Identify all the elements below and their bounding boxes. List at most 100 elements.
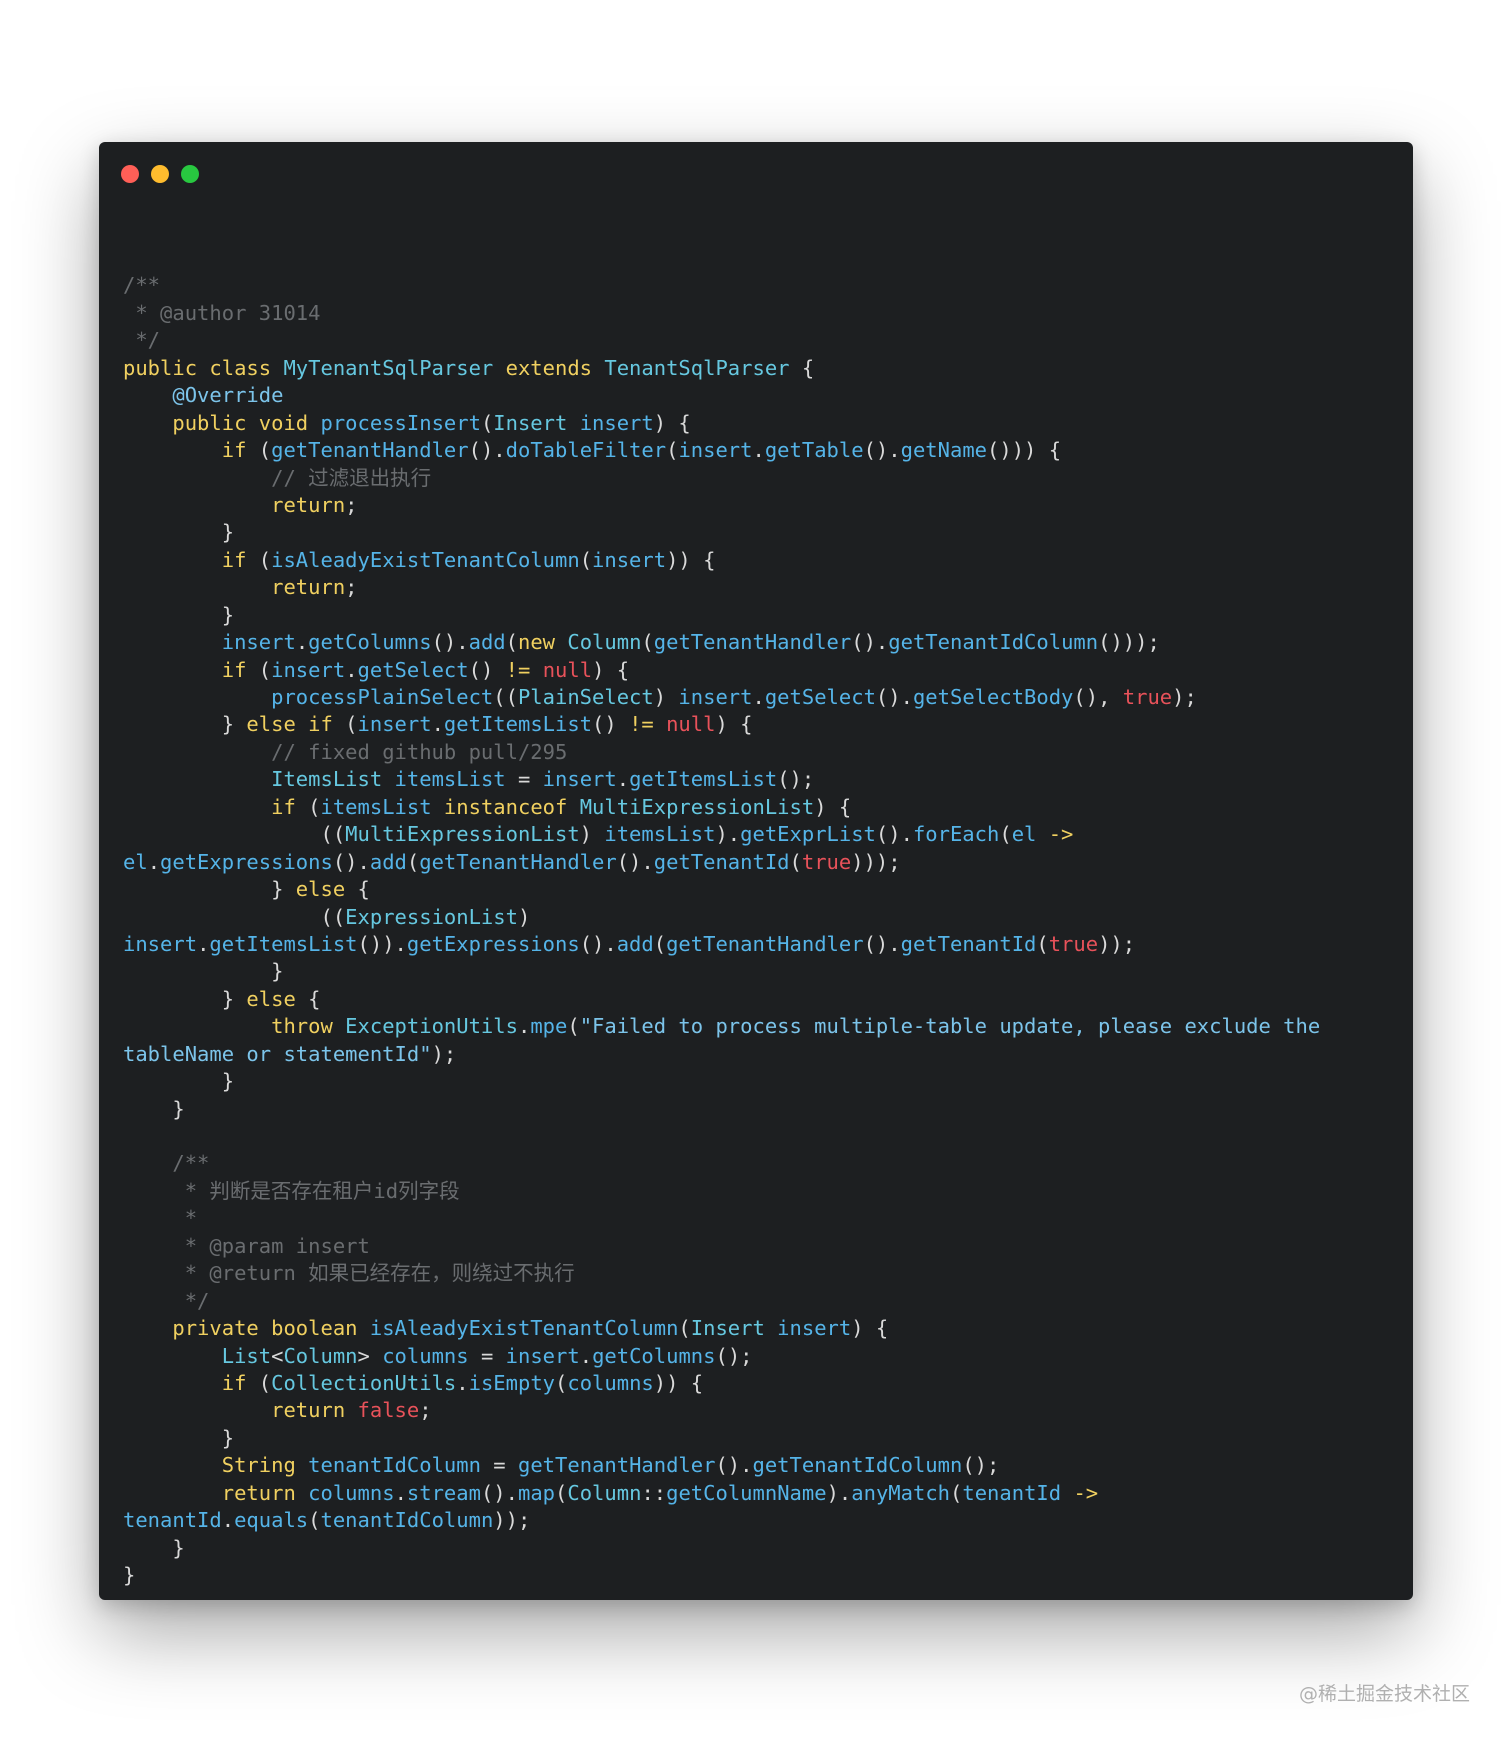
code-line: processPlainSelect((PlainSelect) insert.… [123,684,1320,711]
code-token: processInsert [320,410,481,435]
code-token: ( [332,712,358,737]
code-token: > [357,1343,383,1368]
code-line: * 判断是否存在租户id列字段 [123,1178,1320,1205]
code-token: . [345,657,358,682]
code-line: return; [123,492,1320,519]
code-token: getTenantIdColumn [752,1453,963,1478]
code-token: tenantIdColumn [308,1453,481,1478]
code-token: () [592,712,630,737]
code-token: if [221,657,247,682]
code-token: . [431,712,444,737]
code-token: )) { [653,1370,704,1395]
code-token: columns [567,1370,654,1395]
code-token: )); [493,1508,531,1533]
code-line: } [123,1096,1320,1123]
code-line: insert.getColumns().add(new Column(getTe… [123,629,1320,656]
code-token: isEmpty [468,1370,556,1395]
code-token: . [147,849,161,874]
code-token: return [221,1480,296,1505]
code-token: getItemsList [443,712,593,737]
code-token: doTableFilter [505,438,667,463]
code-token: ( [406,849,420,874]
code-token: (( [123,904,346,929]
code-token: } [123,1563,136,1587]
code-token: false [357,1398,420,1423]
code-line: if (getTenantHandler().doTableFilter(ins… [123,437,1320,464]
code-token: . [197,931,210,956]
code-line: return false; [123,1397,1320,1424]
code-token: insert [505,1343,580,1368]
code-token: itemsList [320,794,432,819]
code-token: { [789,355,815,380]
code-token: ( [246,1370,272,1395]
code-token: < [271,1343,284,1368]
code-token: getItemsList [209,931,358,956]
code-token: insert [678,685,753,709]
code-token: { [345,877,370,902]
code-token: insert [542,767,617,792]
code-line: return columns.stream().map(Column::getC… [123,1480,1320,1507]
code-line: // 过滤退出执行 [123,465,1320,492]
code-line: if (CollectionUtils.isEmpty(columns)) { [123,1370,1320,1397]
code-token: = [468,1343,506,1368]
zoom-button[interactable] [181,165,199,183]
code-token: // 过滤退出执行 [271,465,432,490]
code-token: (). [332,849,370,874]
code-token: (). [579,931,617,956]
code-token: ( [789,849,802,874]
code-token: * @param insert [123,1233,370,1258]
code-token: getSelect [764,685,876,709]
code-token: getName [900,438,988,463]
code-token: * 判断是否存在租户id列字段 [123,1178,460,1203]
code-line: ItemsList itemsList = insert.getItemsLis… [123,766,1320,793]
code-token: getColumns [592,1343,716,1368]
code-line: private boolean isAleadyExistTenantColum… [123,1315,1320,1342]
code-token: } [123,712,247,737]
code-token: () [468,657,506,682]
code-token: instanceof [443,794,568,819]
code-token: . [752,438,765,463]
code-token: el [123,849,148,874]
code-token: -> [1048,822,1074,847]
code-token: (). [480,1480,518,1505]
code-token: MultiExpressionList [579,794,815,819]
code-token: ( [950,1480,963,1505]
code-token: Column [283,1343,358,1368]
code-token: else [295,877,346,902]
code-token: add [616,931,654,956]
code-line: */ [123,327,1320,354]
code-token: */ [123,328,161,353]
code-token: ). [826,1480,852,1505]
code-token: true [801,849,852,874]
code-token: = [505,767,543,792]
code-token: } [123,1535,185,1560]
code-line: List<Column> columns = insert.getColumns… [123,1343,1320,1370]
code-token: (). [851,630,889,655]
code-token: true [1122,685,1173,709]
close-button[interactable] [121,165,139,183]
code-token: ( [555,1370,568,1395]
code-token: insert [271,657,346,682]
code-block: /** * @author 31014 */public class MyTen… [123,245,1320,1589]
window-controls [121,165,199,183]
code-token: ItemsList [271,767,383,792]
code-token: } [123,877,296,902]
code-line: if (itemsList instanceof MultiExpression… [123,794,1320,821]
code-token: . [295,630,309,655]
code-token: ExceptionUtils [345,1014,518,1039]
code-line: if (insert.getSelect() != null) { [123,657,1320,684]
code-token: = [480,1453,518,1478]
code-line: /** [123,1150,1320,1177]
code-token: ( [999,822,1012,847]
minimize-button[interactable] [151,165,169,183]
code-token: getColumnName [666,1480,827,1505]
